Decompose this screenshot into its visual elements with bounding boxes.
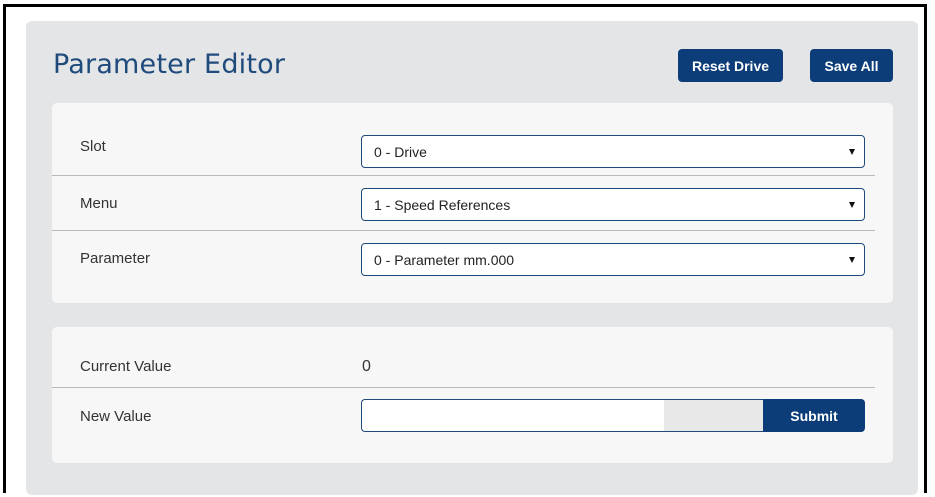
slot-label: Slot [80, 138, 106, 155]
new-value-label: New Value [80, 408, 152, 425]
slot-row: Slot 0 - Drive [52, 117, 875, 173]
app-frame: Parameter Editor Reset Drive Save All Sl… [3, 4, 927, 495]
input-addon [664, 399, 763, 432]
row-divider [52, 387, 875, 388]
current-value-label: Current Value [80, 358, 172, 375]
parameter-editor-panel: Parameter Editor Reset Drive Save All Sl… [26, 21, 918, 495]
submit-button[interactable]: Submit [763, 399, 865, 432]
reset-drive-button[interactable]: Reset Drive [678, 49, 783, 82]
save-all-button[interactable]: Save All [810, 49, 893, 82]
menu-row: Menu 1 - Speed References [52, 175, 875, 231]
new-value-input-group: Submit [361, 399, 865, 432]
parameter-selection-card: Slot 0 - Drive Menu 1 - Speed References… [52, 103, 893, 303]
menu-select-value: 1 - Speed References [374, 196, 511, 213]
slot-select[interactable]: 0 - Drive [361, 135, 865, 168]
parameter-label: Parameter [80, 250, 151, 267]
value-card: Current Value 0 New Value Submit [52, 327, 893, 463]
current-value: 0 [362, 358, 371, 375]
caret-down-icon [849, 148, 855, 155]
parameter-select-value: 0 - Parameter mm.000 [374, 251, 515, 268]
slot-select-value: 0 - Drive [374, 143, 427, 160]
caret-down-icon [849, 201, 855, 208]
caret-down-icon [849, 256, 855, 263]
new-value-input[interactable] [361, 399, 664, 432]
parameter-select[interactable]: 0 - Parameter mm.000 [361, 243, 865, 276]
page-title: Parameter Editor [53, 49, 286, 80]
menu-select[interactable]: 1 - Speed References [361, 188, 865, 221]
menu-label: Menu [80, 195, 118, 212]
parameter-row: Parameter 0 - Parameter mm.000 [52, 230, 875, 286]
